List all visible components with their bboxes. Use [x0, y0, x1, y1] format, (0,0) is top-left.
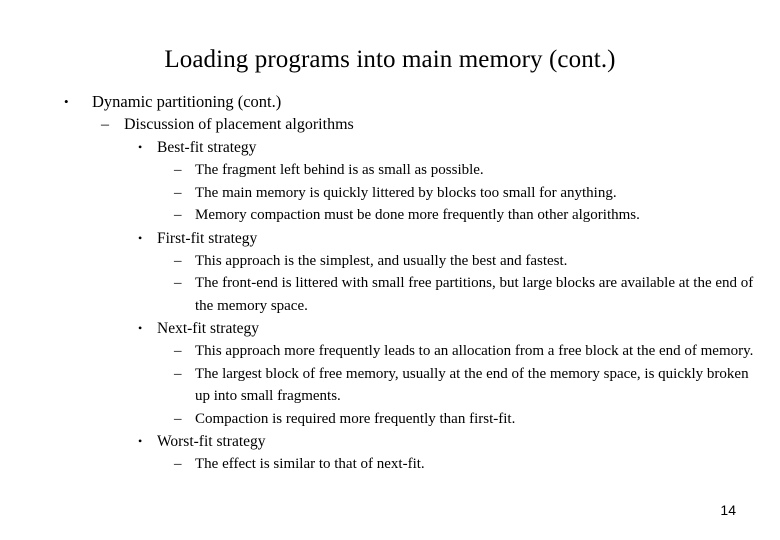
outline-item-text: This approach is the simplest, and usual… [195, 252, 568, 269]
outline-item-text: The fragment left behind is as small as … [195, 162, 484, 178]
dash-bullet-icon: – [174, 207, 182, 223]
outline-item-text: The effect is similar to that of next-fi… [195, 456, 425, 472]
outline-item-level-3: • Next-fit strategy [138, 317, 780, 340]
outline-item-text: Worst-fit strategy [157, 433, 266, 450]
dash-bullet-icon: – [174, 343, 182, 359]
outline-item-level-4: – This approach more frequently leads to … [174, 340, 755, 363]
outline-item-level-4: – The front-end is littered with small fr… [174, 272, 755, 317]
outline-item-level-3: • First-fit strategy [138, 227, 780, 250]
outline-item-level-4: – The main memory is quickly littered by … [174, 182, 755, 205]
dash-bullet-icon: – [174, 162, 182, 178]
outline-item-level-4: – The effect is similar to that of next-f… [174, 453, 755, 476]
page-title: Loading programs into main memory (cont.… [164, 45, 616, 73]
outline-item-text: The front-end is littered with small fre… [195, 275, 754, 314]
outline-item-level-2: – Discussion of placement algorithms [101, 113, 780, 136]
outline-item-text: This approach more frequently leads to a… [195, 343, 754, 359]
outline-item-text: Memory compaction must be done more freq… [195, 207, 640, 223]
outline-item-level-3: • Worst-fit strategy [138, 430, 780, 453]
outline-item-level-4: – This approach is the simplest, and usua… [174, 250, 755, 273]
dash-bullet-icon: – [174, 252, 182, 269]
dash-bullet-icon: – [101, 116, 109, 133]
page-number: 14 [720, 502, 736, 518]
outline-item-level-3: • Best-fit strategy [138, 136, 780, 159]
outline-item-text: The main memory is quickly littered by b… [195, 184, 617, 201]
outline-body: • Dynamic partitioning (cont.) – Discussion… [0, 90, 780, 476]
dash-bullet-icon: – [174, 184, 182, 201]
outline-item-level-4: – Compaction is required more frequently … [174, 408, 755, 431]
disc-bullet-icon: • [138, 321, 143, 335]
dash-bullet-icon: – [174, 410, 182, 427]
outline-item-text: Compaction is required more frequently t… [195, 410, 516, 427]
outline-item-text: Best-fit strategy [157, 139, 257, 156]
outline-item-text: First-fit strategy [157, 229, 258, 247]
outline-item-level-1: • Dynamic partitioning (cont.) [64, 90, 780, 113]
outline-item-text: Next-fit strategy [157, 320, 260, 337]
dash-bullet-icon: – [174, 275, 182, 291]
dash-bullet-icon: – [174, 456, 182, 472]
outline-item-text: Discussion of placement algorithms [124, 116, 354, 133]
disc-bullet-icon: • [138, 140, 143, 154]
disc-bullet-icon: • [138, 434, 143, 448]
outline-item-level-4: – The fragment left behind is as small as… [174, 159, 755, 182]
disc-bullet-icon: • [64, 94, 69, 109]
outline-item-level-4: – Memory compaction must be done more fre… [174, 204, 755, 227]
slide-canvas: Loading programs into main memory (cont.… [0, 0, 780, 540]
outline-item-text: Dynamic partitioning (cont.) [92, 92, 282, 111]
dash-bullet-icon: – [174, 365, 182, 382]
outline-item-level-4: – The largest block of free memory, usual… [174, 363, 755, 408]
outline-item-text: The largest block of free memory, usuall… [195, 365, 749, 405]
disc-bullet-icon: • [138, 230, 143, 245]
